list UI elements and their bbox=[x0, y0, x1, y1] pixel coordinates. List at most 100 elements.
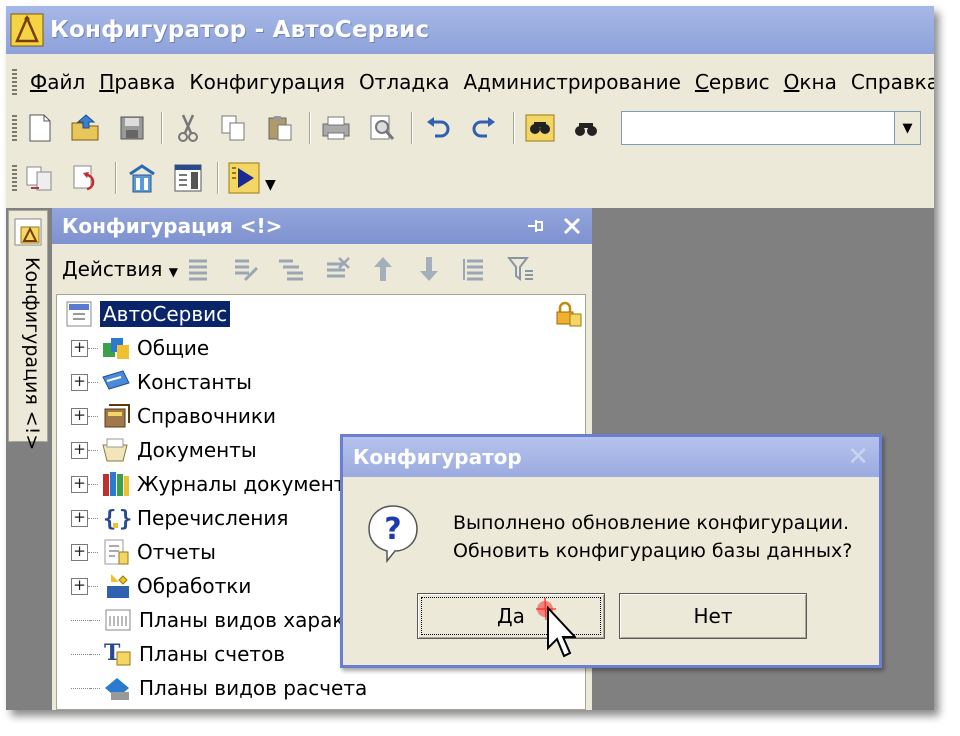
catalogs-icon bbox=[100, 401, 132, 431]
common-icon bbox=[100, 333, 132, 363]
tree-item[interactable]: + Константы bbox=[57, 365, 585, 399]
dialog-title-bar[interactable]: Конфигуратор ✕ bbox=[343, 437, 879, 477]
menu-grip[interactable] bbox=[12, 69, 17, 95]
run-debug-icon[interactable] bbox=[227, 161, 261, 195]
close-icon[interactable] bbox=[562, 216, 582, 236]
compare-config-icon[interactable] bbox=[23, 161, 57, 195]
preview-icon[interactable] bbox=[365, 111, 399, 145]
database-config-icon[interactable] bbox=[125, 161, 159, 195]
tree-connector bbox=[88, 483, 98, 485]
close-icon[interactable]: ✕ bbox=[847, 442, 869, 472]
menu-item-service[interactable]: Сервис bbox=[688, 70, 777, 94]
chevron-down-icon[interactable]: ▼ bbox=[894, 112, 920, 144]
pin-icon[interactable] bbox=[526, 217, 546, 235]
add-item-icon[interactable] bbox=[184, 253, 214, 285]
menu-item-file[interactable]: Файл bbox=[23, 70, 92, 94]
tree-connector bbox=[88, 347, 98, 349]
print-icon[interactable] bbox=[319, 111, 353, 145]
menu-item-configuration[interactable]: Конфигурация bbox=[182, 70, 352, 94]
tree-connector bbox=[88, 585, 98, 587]
no-button[interactable]: Нет bbox=[619, 593, 807, 639]
toolbar-separator bbox=[161, 112, 163, 144]
toolbar-separator bbox=[411, 112, 413, 144]
tree-item-label: Документы bbox=[137, 438, 257, 462]
tree-item-label: Журналы документов bbox=[137, 472, 370, 496]
copy-icon[interactable] bbox=[217, 111, 251, 145]
question-icon: ? bbox=[368, 505, 418, 563]
cut-icon[interactable] bbox=[171, 111, 205, 145]
search-combobox[interactable]: ▼ bbox=[621, 111, 921, 145]
toolbar-grip[interactable] bbox=[12, 165, 17, 191]
configuration-tab-icon bbox=[14, 218, 42, 246]
dataprocessors-icon bbox=[100, 571, 132, 601]
main-window: Конфигуратор - АвтоСервис Файл Правка Ко… bbox=[6, 6, 934, 710]
expand-icon[interactable]: + bbox=[71, 543, 88, 561]
tree-connector bbox=[88, 449, 98, 451]
tree-item[interactable]: + Общие bbox=[57, 331, 585, 365]
expand-icon[interactable]: + bbox=[71, 373, 88, 391]
toolbar-separator bbox=[115, 162, 117, 194]
delete-item-icon[interactable] bbox=[322, 253, 352, 285]
chevron-down-icon: ▼ bbox=[168, 265, 178, 279]
tree-connector bbox=[71, 619, 90, 621]
move-down-icon[interactable] bbox=[414, 253, 444, 285]
edit-item-icon[interactable] bbox=[230, 253, 260, 285]
expand-icon[interactable]: + bbox=[71, 407, 88, 425]
move-up-icon[interactable] bbox=[368, 253, 398, 285]
menu-item-windows[interactable]: Окна bbox=[777, 70, 844, 94]
tree-item-label: Планы видов расчета bbox=[139, 676, 368, 700]
menu-item-edit[interactable]: Правка bbox=[92, 70, 182, 94]
chart-of-calculation-icon bbox=[102, 673, 134, 703]
tree-connector bbox=[90, 687, 100, 689]
toolbar-separator bbox=[513, 112, 515, 144]
tree-root[interactable]: АвтоСервис bbox=[57, 297, 585, 331]
redo-icon[interactable] bbox=[467, 111, 501, 145]
toolbar-grip[interactable] bbox=[12, 115, 17, 141]
tree-connector bbox=[88, 551, 98, 553]
find-icon[interactable] bbox=[569, 111, 603, 145]
reports-icon bbox=[100, 537, 132, 567]
filter-icon[interactable] bbox=[506, 253, 536, 285]
update-config-icon[interactable] bbox=[69, 161, 103, 195]
save-icon[interactable] bbox=[115, 111, 149, 145]
tree-item-label: Справочники bbox=[137, 404, 276, 428]
menu-item-administration[interactable]: Администрирование bbox=[457, 70, 688, 94]
expand-icon[interactable]: + bbox=[71, 441, 88, 459]
window-list-icon[interactable] bbox=[171, 161, 205, 195]
expand-icon[interactable]: + bbox=[71, 339, 88, 357]
tree-item-label: Общие bbox=[137, 336, 210, 360]
window-title: Конфигуратор - АвтоСервис bbox=[50, 17, 430, 43]
paste-icon[interactable] bbox=[263, 111, 297, 145]
mouse-cursor-icon bbox=[536, 597, 576, 658]
tree-root-label: АвтоСервис bbox=[100, 301, 231, 327]
actions-label: Действия bbox=[62, 257, 163, 281]
sort-icon[interactable] bbox=[460, 253, 490, 285]
configuration-toolbar: ▼ bbox=[6, 156, 276, 200]
svg-text:{: { bbox=[103, 507, 116, 532]
tree-item[interactable]: + Справочники bbox=[57, 399, 585, 433]
menu-item-help[interactable]: Справка bbox=[844, 70, 934, 94]
actions-menu-button[interactable]: Действия ▼ bbox=[52, 257, 184, 281]
enums-icon: {} bbox=[100, 503, 132, 533]
expand-icon[interactable]: + bbox=[71, 509, 88, 527]
copy-item-icon[interactable] bbox=[276, 253, 306, 285]
side-tab-configuration[interactable]: Конфигурация <!> bbox=[8, 210, 48, 450]
undo-icon[interactable] bbox=[421, 111, 455, 145]
tree-connector bbox=[90, 619, 100, 621]
panel-toolbar: Действия ▼ bbox=[52, 246, 552, 292]
dialog-message: Выполнено обновление конфигурации. Обнов… bbox=[453, 509, 852, 565]
expand-icon[interactable]: + bbox=[71, 577, 88, 595]
tree-item-label: Константы bbox=[137, 370, 252, 394]
find-in-tree-icon[interactable] bbox=[523, 111, 557, 145]
tree-connector bbox=[88, 517, 98, 519]
menu-item-debug[interactable]: Отладка bbox=[352, 70, 457, 94]
chevron-down-icon[interactable]: ▼ bbox=[265, 177, 276, 193]
title-bar[interactable]: Конфигуратор - АвтоСервис bbox=[6, 6, 934, 54]
panel-title-bar[interactable]: Конфигурация <!> bbox=[52, 208, 592, 244]
new-document-icon[interactable] bbox=[23, 111, 57, 145]
app-icon bbox=[10, 13, 44, 47]
tree-item[interactable]: Планы видов расчета bbox=[57, 671, 585, 705]
expand-icon[interactable]: + bbox=[71, 475, 88, 493]
yes-button[interactable]: Да bbox=[417, 593, 605, 639]
open-folder-icon[interactable] bbox=[69, 111, 103, 145]
